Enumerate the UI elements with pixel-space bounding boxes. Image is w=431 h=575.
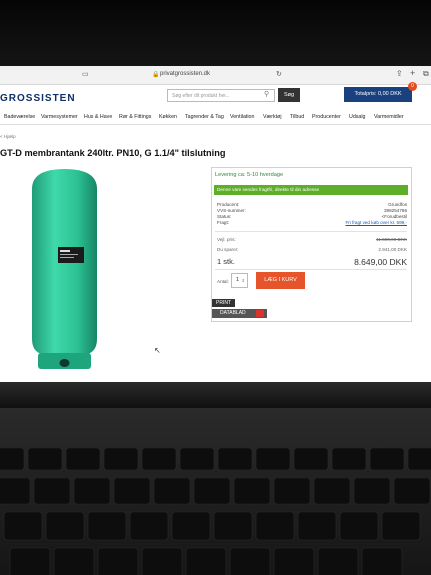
browser-toolbar: ▭ 🔒 privatgrossisten.dk ↻ ⇪ + ⧉ xyxy=(0,66,431,85)
unit-label: 1 stk. xyxy=(217,257,235,266)
quantity-select[interactable]: 1 ⇕ xyxy=(231,273,248,288)
pdf-icon xyxy=(256,310,264,317)
nav-item-badevaerelse[interactable]: Badeværelse xyxy=(4,114,35,120)
list-price: 11.500,00 DKK xyxy=(376,237,407,242)
detail-row: Fragt: Fri fragt ved køb over kr. 599,- xyxy=(217,220,407,226)
search-button[interactable]: Søg xyxy=(278,88,300,102)
savings-row: Du sparer: 2.941,00 DKK xyxy=(217,247,407,252)
print-button[interactable]: PRINT xyxy=(212,299,235,307)
cart-count-badge: 0 xyxy=(408,82,417,91)
lock-icon: 🔒 xyxy=(152,72,160,78)
tabs-overview-icon[interactable]: ⧉ xyxy=(423,69,429,79)
detail-label: Fragt: xyxy=(217,220,229,225)
list-price-label: Vejl. pris: xyxy=(217,237,236,242)
product-price: 8.649,00 DKK xyxy=(354,257,407,267)
delivery-time: Levering ca: 5-10 hverdage xyxy=(215,172,284,178)
browser-window: ▭ 🔒 privatgrossisten.dk ↻ ⇪ + ⧉ GROSSIST… xyxy=(0,66,431,382)
breadcrumb[interactable]: < Hjælp xyxy=(0,134,16,139)
quantity-value: 1 xyxy=(236,277,240,283)
nav-item-varmesystemer[interactable]: Varmesystemer xyxy=(41,114,78,120)
share-icon[interactable]: ⇪ xyxy=(396,69,403,78)
site-logo[interactable]: GROSSISTEN xyxy=(0,93,76,104)
quantity-label: Antal: xyxy=(217,279,229,284)
detail-label: Producent: xyxy=(217,202,240,207)
detail-value: Grundfos xyxy=(388,202,407,207)
free-shipping-link[interactable]: Fri fragt ved køb over kr. 599,- xyxy=(345,220,407,225)
cart-button[interactable]: Totalpris: 0,00 DKK xyxy=(344,87,412,102)
product-details: Producent: Grundfos VVS-nummer: 398254786 … xyxy=(217,202,407,226)
new-tab-icon[interactable]: + xyxy=(410,68,415,78)
nav-item-producenter[interactable]: Producenter xyxy=(312,114,341,120)
nav-item-tagrender[interactable]: Tagrender & Tag xyxy=(185,114,224,120)
list-price-row: Vejl. pris: 11.500,00 DKK xyxy=(217,237,407,242)
savings-label: Du sparer: xyxy=(217,247,239,252)
search-icon: ⚲ xyxy=(264,91,270,98)
nav-item-udsalg[interactable]: Udsalg xyxy=(349,114,366,120)
main-nav: Badeværelse Varmesystemer Hus & Have Rør… xyxy=(0,110,431,125)
divider xyxy=(215,269,407,270)
detail-value: <Forudbestil xyxy=(381,214,407,219)
detail-label: VVS-nummer: xyxy=(217,208,246,213)
nav-item-varmemidler[interactable]: Varmemidler xyxy=(374,114,404,120)
reload-icon[interactable]: ↻ xyxy=(276,70,282,78)
chevron-updown-icon: ⇕ xyxy=(241,278,245,283)
detail-value: 398254786 xyxy=(384,208,407,213)
divider xyxy=(215,231,407,232)
laptop-bezel-top xyxy=(0,0,431,66)
keyboard xyxy=(0,448,431,575)
mouse-cursor-icon: ↖ xyxy=(154,346,161,355)
address-bar[interactable]: privatgrossisten.dk xyxy=(160,71,210,77)
nav-item-hus-have[interactable]: Hus & Have xyxy=(84,114,112,120)
detail-label: Status: xyxy=(217,214,232,219)
nav-item-ror-fittings[interactable]: Rør & Fittings xyxy=(119,114,151,120)
nav-item-tilbud[interactable]: Tilbud xyxy=(290,114,304,120)
search-input[interactable]: Søg efter dit produkt her... xyxy=(167,89,275,102)
laptop-hinge xyxy=(0,382,431,408)
product-image xyxy=(32,169,97,369)
add-to-cart-button[interactable]: LÆG I KURV xyxy=(256,272,305,289)
sidebar-icon[interactable]: ▭ xyxy=(82,70,89,78)
shipping-notice: Denne vare sendes fragtfri, direkte til … xyxy=(214,185,408,195)
savings-value: 2.941,00 DKK xyxy=(378,247,407,252)
product-title: GT-D membrantank 240ltr. PN10, G 1.1/4" … xyxy=(0,148,226,158)
nav-item-vaerktoj[interactable]: Værktøj xyxy=(263,114,282,120)
nav-item-kokken[interactable]: Køkken xyxy=(159,114,177,120)
nav-item-ventilation[interactable]: Ventilation xyxy=(230,114,254,120)
